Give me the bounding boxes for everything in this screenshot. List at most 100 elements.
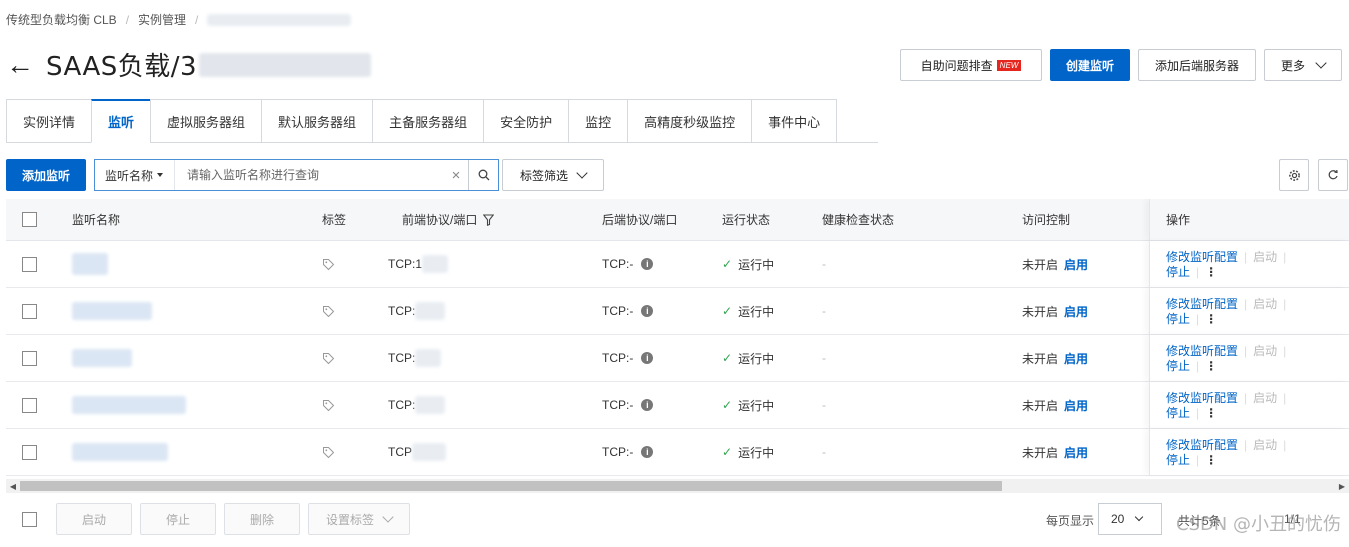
clear-icon[interactable]: × xyxy=(444,167,468,184)
run-status: 运行中 xyxy=(738,304,775,319)
tab-event-center[interactable]: 事件中心 xyxy=(751,99,838,143)
batch-stop-button[interactable]: 停止 xyxy=(140,503,216,535)
row-checkbox[interactable] xyxy=(22,303,37,319)
listener-name-redacted[interactable] xyxy=(72,349,132,367)
edit-listener-link[interactable]: 修改监听配置 xyxy=(1166,250,1238,264)
tab-hires-monitoring[interactable]: 高精度秒级监控 xyxy=(627,99,752,143)
tag-filter-label: 标签筛选 xyxy=(519,168,568,183)
refresh-button[interactable] xyxy=(1318,159,1348,191)
create-listener-button[interactable]: 创建监听 xyxy=(1050,49,1130,81)
table-row: TCP:1 TCP:- i ✓ 运行中 - 未开启 启用 修改监听配置 | 启动 | 停止 |… xyxy=(6,241,1349,288)
diagnose-button[interactable]: 自助问题排查 NEW xyxy=(900,49,1042,81)
row-checkbox[interactable] xyxy=(22,444,37,460)
tab-default-server-group[interactable]: 默认服务器组 xyxy=(261,99,373,143)
select-all-checkbox[interactable] xyxy=(22,212,37,227)
stop-link[interactable]: 停止 xyxy=(1166,453,1190,467)
enable-acl-link[interactable]: 启用 xyxy=(1064,350,1088,367)
row-checkbox[interactable] xyxy=(22,397,37,413)
enable-acl-link[interactable]: 启用 xyxy=(1064,303,1088,320)
more-vertical-icon[interactable]: ⋮ xyxy=(1205,359,1217,374)
more-button[interactable]: 更多 xyxy=(1264,49,1342,81)
scrollbar-thumb[interactable] xyxy=(20,481,1002,491)
search-field-select[interactable]: 监听名称 xyxy=(95,160,175,190)
search-button[interactable] xyxy=(468,160,498,190)
health-status: - xyxy=(822,257,826,271)
gear-icon xyxy=(1288,169,1300,181)
scroll-left-icon[interactable]: ◀ xyxy=(6,479,20,493)
edit-listener-link[interactable]: 修改监听配置 xyxy=(1166,438,1238,452)
stop-link[interactable]: 停止 xyxy=(1166,359,1190,373)
tag-icon[interactable] xyxy=(322,399,335,412)
edit-listener-link[interactable]: 修改监听配置 xyxy=(1166,297,1238,311)
health-status: - xyxy=(822,445,826,459)
more-vertical-icon[interactable]: ⋮ xyxy=(1205,406,1217,421)
breadcrumb-item-clb[interactable]: 传统型负载均衡 CLB xyxy=(6,11,117,28)
more-vertical-icon[interactable]: ⋮ xyxy=(1205,453,1217,468)
back-arrow-icon[interactable]: ← xyxy=(6,48,36,82)
tab-vserver-groups[interactable]: 虚拟服务器组 xyxy=(150,99,262,143)
more-vertical-icon[interactable]: ⋮ xyxy=(1205,265,1217,280)
row-checkbox[interactable] xyxy=(22,350,37,366)
edit-listener-link[interactable]: 修改监听配置 xyxy=(1166,391,1238,405)
listener-name-redacted[interactable] xyxy=(72,253,108,275)
check-icon: ✓ xyxy=(722,351,733,365)
more-vertical-icon[interactable]: ⋮ xyxy=(1205,312,1217,327)
tab-master-slave-group[interactable]: 主备服务器组 xyxy=(372,99,484,143)
enable-acl-link[interactable]: 启用 xyxy=(1064,397,1088,414)
tag-icon[interactable] xyxy=(322,352,335,365)
frontend-port: TCP: xyxy=(388,398,416,412)
listener-name-redacted[interactable] xyxy=(72,443,168,461)
tab-monitoring[interactable]: 监控 xyxy=(568,99,628,143)
tag-icon[interactable] xyxy=(322,305,335,318)
info-icon[interactable]: i xyxy=(641,258,654,270)
acl-status: 未开启 xyxy=(1022,257,1059,272)
info-icon[interactable]: i xyxy=(641,305,654,317)
table-row: TCP: TCP:- i ✓ 运行中 - 未开启 启用 修改监听配置 | 启动 | 停止 | ⋮ xyxy=(6,288,1349,335)
more-label: 更多 xyxy=(1280,58,1305,73)
check-icon: ✓ xyxy=(722,257,733,271)
tag-icon[interactable] xyxy=(322,258,335,271)
tab-instance-details[interactable]: 实例详情 xyxy=(6,99,92,143)
enable-acl-link[interactable]: 启用 xyxy=(1064,256,1088,273)
filter-icon[interactable] xyxy=(483,213,495,226)
tag-icon[interactable] xyxy=(322,446,335,459)
add-listener-button[interactable]: 添加监听 xyxy=(6,159,86,191)
add-backend-button[interactable]: 添加后端服务器 xyxy=(1138,49,1256,81)
stop-link[interactable]: 停止 xyxy=(1166,265,1190,279)
ops-cell: 修改监听配置 | 启动 | 停止 | ⋮ xyxy=(1149,288,1349,334)
stop-link[interactable]: 停止 xyxy=(1166,406,1190,420)
frontend-port: TCP:1 xyxy=(388,257,423,271)
col-header-backend: 后端协议/端口 xyxy=(602,213,678,227)
tab-listeners[interactable]: 监听 xyxy=(91,99,151,143)
info-icon[interactable]: i xyxy=(641,352,654,364)
info-icon[interactable]: i xyxy=(641,399,654,411)
batch-start-button[interactable]: 启动 xyxy=(56,503,132,535)
batch-delete-button[interactable]: 删除 xyxy=(224,503,300,535)
stop-link[interactable]: 停止 xyxy=(1166,312,1190,326)
breadcrumb-item-instances[interactable]: 实例管理 xyxy=(138,11,186,28)
search-input[interactable] xyxy=(175,160,444,190)
footer-select-all-checkbox[interactable] xyxy=(22,511,37,527)
tab-security[interactable]: 安全防护 xyxy=(483,99,569,143)
scroll-right-icon[interactable]: ▶ xyxy=(1335,479,1349,493)
set-tags-button[interactable]: 设置标签 xyxy=(308,503,410,535)
tag-filter-button[interactable]: 标签筛选 xyxy=(502,159,604,191)
backend-port: TCP:- xyxy=(602,304,634,318)
col-header-health: 健康检查状态 xyxy=(822,213,895,227)
info-icon[interactable]: i xyxy=(641,446,654,458)
horizontal-scrollbar[interactable]: ◀ ▶ xyxy=(6,479,1349,493)
listener-table: 监听名称 标签 前端协议/端口 后端协议/端口 运行状态 健康检查状态 访问控制… xyxy=(6,199,1349,477)
row-checkbox[interactable] xyxy=(22,256,37,272)
start-link: 启动 xyxy=(1253,344,1278,358)
col-header-name[interactable]: 监听名称 xyxy=(72,199,120,240)
edit-listener-link[interactable]: 修改监听配置 xyxy=(1166,344,1238,358)
ops-cell: 修改监听配置 | 启动 | 停止 | ⋮ xyxy=(1149,382,1349,428)
settings-button[interactable] xyxy=(1279,159,1309,191)
run-status: 运行中 xyxy=(738,445,775,460)
listener-name-redacted[interactable] xyxy=(72,396,186,414)
port-redacted xyxy=(415,302,446,320)
listener-name-redacted[interactable] xyxy=(72,302,152,320)
check-icon: ✓ xyxy=(722,398,733,412)
page-size-select[interactable]: 20 xyxy=(1098,503,1162,535)
enable-acl-link[interactable]: 启用 xyxy=(1064,444,1088,461)
